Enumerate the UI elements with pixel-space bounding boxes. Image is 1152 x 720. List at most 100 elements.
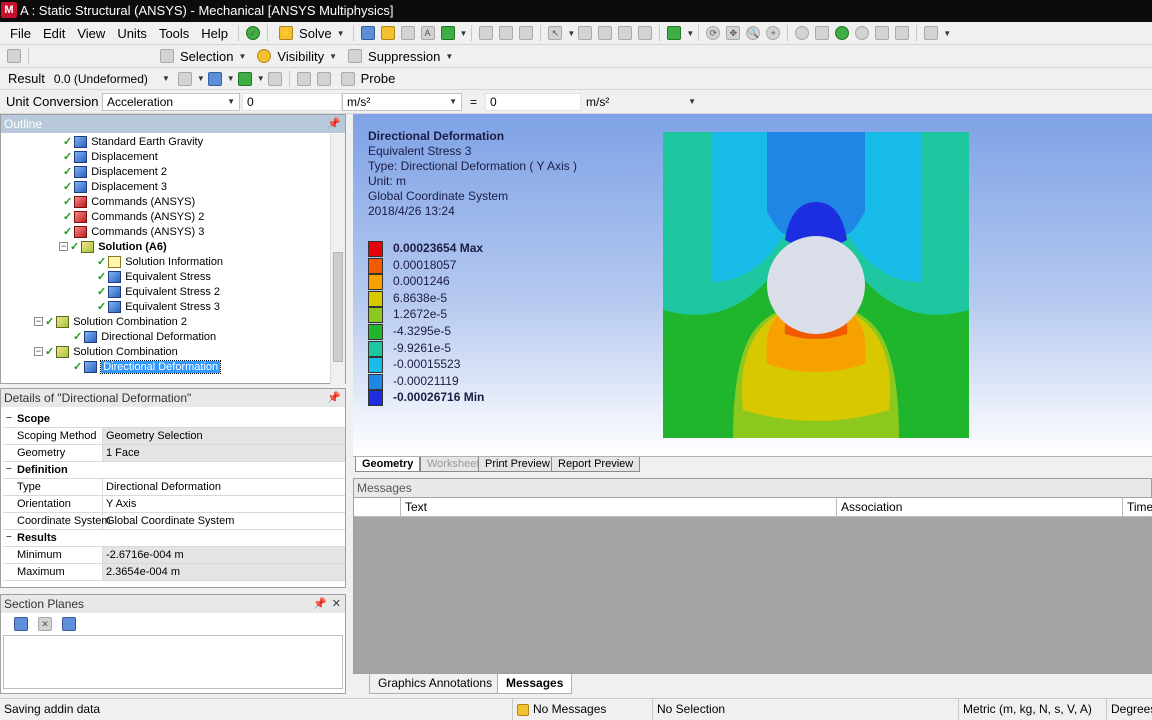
menu-help[interactable]: Help — [195, 26, 234, 41]
edges-display-icon[interactable] — [237, 71, 252, 86]
details-value[interactable]: Geometry Selection — [103, 428, 345, 444]
tab-report-preview[interactable]: Report Preview — [551, 457, 641, 472]
tree-item-displacement[interactable]: ✓ Displacement — [63, 149, 158, 164]
geometry-display-icon[interactable] — [177, 71, 192, 86]
selection-button[interactable]: Selection ▼ — [153, 45, 250, 67]
visibility-button[interactable]: Visibility ▼ — [250, 45, 341, 67]
min-label-icon[interactable] — [316, 71, 331, 86]
suppression-button[interactable]: Suppression ▼ — [341, 45, 457, 67]
comment-icon[interactable] — [380, 26, 395, 40]
details-row[interactable]: Coordinate System Global Coordinate Syst… — [3, 513, 345, 530]
column-header-association[interactable]: Association — [836, 498, 1122, 517]
chevron-down-icon[interactable]: ▼ — [686, 29, 694, 38]
chevron-down-icon[interactable]: ▼ — [943, 29, 951, 38]
status-messages[interactable]: No Messages — [512, 699, 652, 720]
tree-item-solution-information[interactable]: ✓ Solution Information — [97, 254, 223, 269]
pan-icon[interactable]: ✥ — [726, 26, 741, 40]
zoom-to-fit-icon[interactable] — [835, 26, 850, 40]
details-value[interactable]: 1 Face — [103, 445, 345, 461]
tab-geometry[interactable]: Geometry — [355, 457, 421, 472]
tree-item-solution-a6[interactable]: − ✓ Solution (A6) — [59, 239, 167, 254]
outline-scrollbar[interactable] — [330, 134, 345, 384]
chevron-down-icon[interactable]: ▼ — [460, 29, 468, 38]
text-annotation-icon[interactable]: A — [420, 26, 435, 40]
column-header-time[interactable]: Time — [1122, 498, 1152, 517]
viewport-layout-icon[interactable] — [924, 26, 939, 40]
details-row[interactable]: Maximum 2.3654e-004 m — [3, 564, 345, 581]
details-group-definition[interactable]: Definition — [3, 462, 345, 479]
select-edge-icon[interactable] — [598, 26, 613, 40]
menu-view[interactable]: View — [71, 26, 111, 41]
chevron-down-icon[interactable]: ▼ — [257, 74, 265, 83]
new-analysis-icon[interactable] — [360, 26, 375, 40]
delete-icon[interactable]: ✕ — [38, 617, 52, 631]
contour-bands-icon[interactable] — [207, 71, 222, 86]
tree-filter-icon[interactable] — [7, 49, 21, 63]
close-icon[interactable]: ✕ — [332, 595, 341, 613]
tree-item-commands-2[interactable]: ✓ Commands (ANSYS) 2 — [63, 209, 204, 224]
details-row[interactable]: Scoping Method Geometry Selection — [3, 428, 345, 445]
status-angle-unit[interactable]: Degrees — [1106, 699, 1152, 720]
box-zoom-icon[interactable] — [815, 26, 830, 40]
tree-item-standard-earth-gravity[interactable]: ✓ Standard Earth Gravity — [63, 134, 203, 149]
chevron-down-icon[interactable]: ▼ — [197, 74, 205, 83]
check-icon[interactable]: ✓ — [246, 26, 261, 40]
rotate-icon[interactable]: ⟳ — [706, 26, 721, 40]
collapse-icon[interactable]: − — [34, 347, 43, 356]
tree-item-directional-deformation-a[interactable]: ✓ Directional Deformation — [73, 329, 216, 344]
details-value[interactable]: Directional Deformation — [103, 479, 345, 495]
tab-worksheet[interactable]: Worksheet — [420, 457, 487, 472]
tree-item-equivalent-stress-2[interactable]: ✓ Equivalent Stress 2 — [97, 284, 220, 299]
pin-icon[interactable]: 📌 — [313, 595, 327, 613]
select-vertex-icon[interactable] — [578, 26, 593, 40]
tree-item-displacement-2[interactable]: ✓ Displacement 2 — [63, 164, 167, 179]
tree-item-displacement-3[interactable]: ✓ Displacement 3 — [63, 179, 167, 194]
details-row[interactable]: Type Directional Deformation — [3, 479, 345, 496]
tab-print-preview[interactable]: Print Preview — [478, 457, 557, 472]
chevron-down-icon[interactable]: ▼ — [567, 29, 575, 38]
quantity-dropdown[interactable]: Acceleration ▼ — [102, 92, 240, 111]
pin-icon[interactable]: 📌 — [327, 389, 341, 407]
probe-button[interactable]: Probe — [334, 68, 400, 89]
scrollbar-thumb[interactable] — [333, 252, 343, 362]
max-label-icon[interactable] — [296, 71, 311, 86]
tree-item-commands[interactable]: ✓ Commands (ANSYS) — [63, 194, 195, 209]
select-face-icon[interactable] — [618, 26, 633, 40]
result-scale-dropdown[interactable]: 0.0 (Undeformed) ▼ — [49, 70, 175, 88]
explode-icon[interactable] — [519, 26, 534, 40]
select-body-icon[interactable] — [638, 26, 653, 40]
zoom-fit-icon[interactable] — [795, 26, 810, 40]
tree-item-equivalent-stress[interactable]: ✓ Equivalent Stress — [97, 269, 211, 284]
figure-icon[interactable] — [400, 26, 415, 40]
zoom-icon[interactable]: 🔍 — [746, 26, 761, 40]
details-row[interactable]: Minimum -2.6716e-004 m — [3, 547, 345, 564]
solve-button[interactable]: ⚡ Solve ▼ — [272, 22, 348, 44]
details-value[interactable]: Y Axis — [103, 496, 345, 512]
tree-item-solution-combination[interactable]: − ✓ Solution Combination — [34, 344, 178, 359]
tree-item-equivalent-stress-3[interactable]: ✓ Equivalent Stress 3 — [97, 299, 220, 314]
menu-edit[interactable]: Edit — [37, 26, 71, 41]
tree-item-commands-3[interactable]: ✓ Commands (ANSYS) 3 — [63, 224, 204, 239]
pin-icon[interactable]: 📌 — [327, 115, 341, 133]
column-header-text[interactable]: Text — [400, 498, 838, 517]
details-value[interactable]: Global Coordinate System — [103, 513, 345, 529]
menu-file[interactable]: File — [4, 26, 37, 41]
menu-units[interactable]: Units — [111, 26, 153, 41]
collapse-icon[interactable]: − — [59, 242, 68, 251]
details-row[interactable]: Geometry 1 Face — [3, 445, 345, 462]
graphics-viewport[interactable]: Directional Deformation Equivalent Stres… — [353, 114, 1152, 456]
image-icon[interactable] — [440, 26, 455, 40]
next-view-icon[interactable] — [895, 26, 910, 40]
new-section-plane-icon[interactable] — [14, 617, 28, 631]
tab-messages[interactable]: Messages — [497, 674, 573, 694]
right-unit-dropdown[interactable]: m/s² ▼ — [581, 93, 701, 111]
magnifier-icon[interactable] — [855, 26, 870, 40]
section-planes-list[interactable] — [3, 635, 343, 689]
edit-section-plane-icon[interactable] — [62, 617, 76, 631]
vector-display-icon[interactable] — [267, 71, 282, 86]
snap-icon[interactable] — [499, 26, 514, 40]
probe-tool-icon[interactable] — [479, 26, 494, 40]
extend-selection-icon[interactable] — [667, 26, 682, 40]
left-unit-dropdown[interactable]: m/s² ▼ — [342, 92, 462, 111]
menu-tools[interactable]: Tools — [153, 26, 195, 41]
